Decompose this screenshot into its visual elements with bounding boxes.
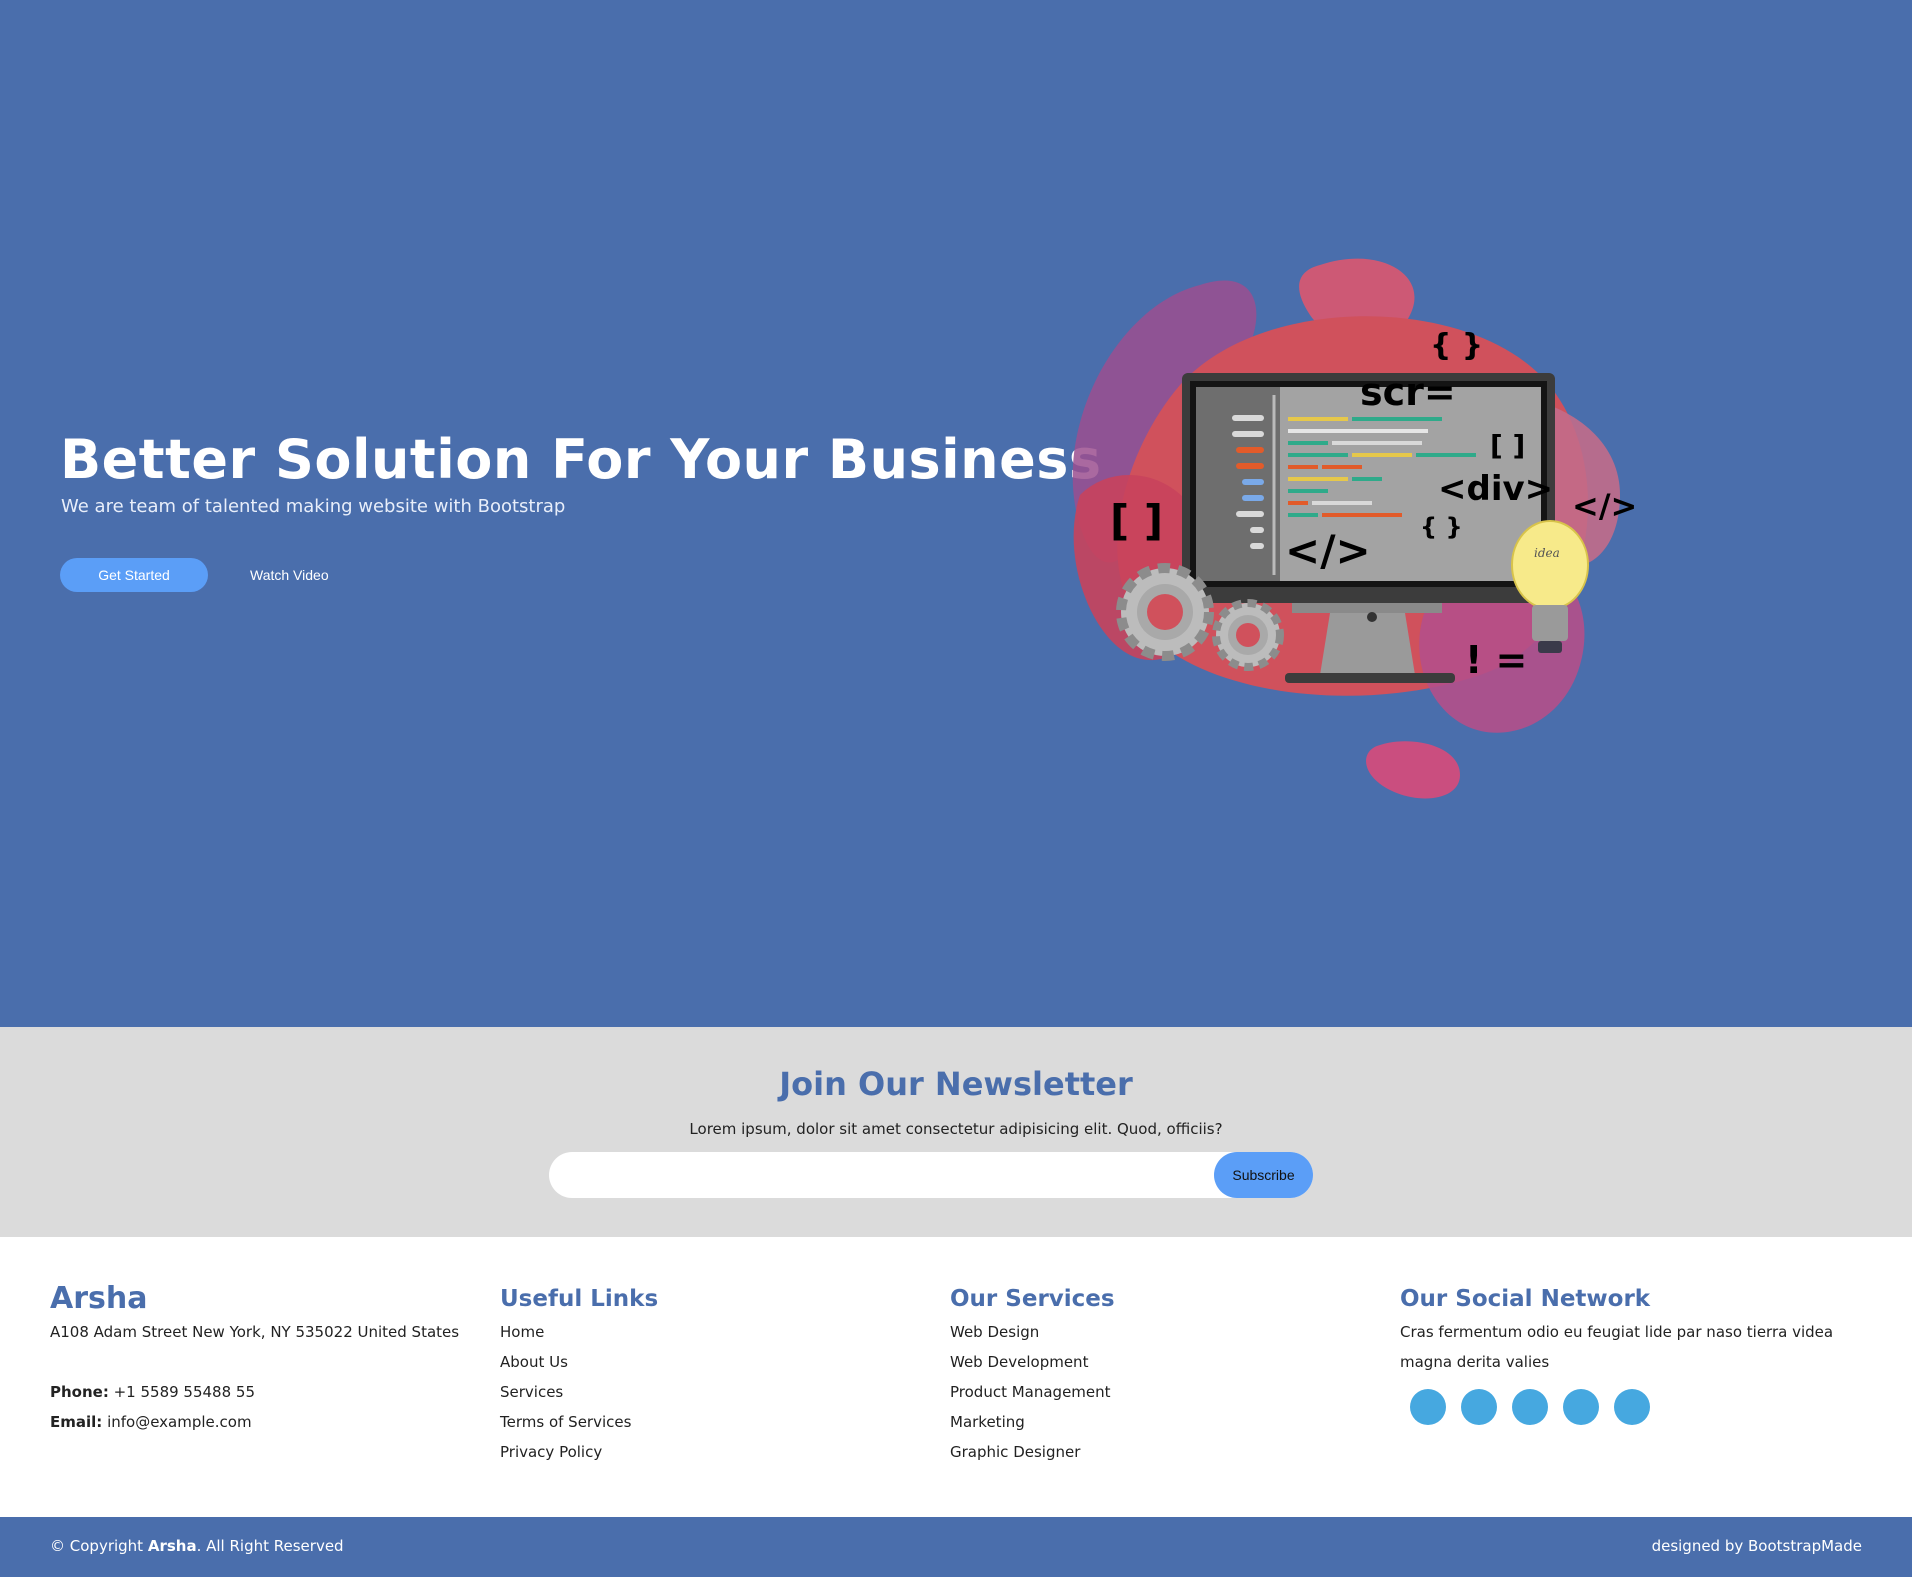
- footer-service-graphic-designer[interactable]: Graphic Designer: [950, 1437, 1115, 1467]
- footer-useful-links-column: Useful Links Home About Us Services Term…: [500, 1281, 658, 1467]
- small-gear-icon: [1212, 599, 1284, 671]
- footer-brand: Arsha: [50, 1281, 148, 1316]
- copyright: © Copyright Arsha. All Right Reserved: [50, 1537, 344, 1555]
- linkedin-icon[interactable]: [1614, 1389, 1650, 1425]
- phone-label: Phone:: [50, 1383, 109, 1401]
- footer-bottom-bar: © Copyright Arsha. All Right Reserved de…: [0, 1517, 1912, 1577]
- footer-service-product-management[interactable]: Product Management: [950, 1377, 1115, 1407]
- email-label: Email:: [50, 1413, 103, 1431]
- social-network-text: Cras fermentum odio eu feugiat lide par …: [1400, 1323, 1834, 1371]
- footer-email: Email: info@example.com: [50, 1407, 459, 1437]
- left-square-brackets-text: [ ]: [1110, 496, 1163, 545]
- footer-link-home[interactable]: Home: [500, 1317, 658, 1347]
- our-services-title: Our Services: [950, 1286, 1115, 1312]
- watch-video-button[interactable]: Watch Video: [250, 558, 329, 592]
- bulb-text: idea: [1534, 546, 1560, 560]
- footer-spacer: [50, 1347, 459, 1377]
- newsletter-title: Join Our Newsletter: [779, 1065, 1133, 1103]
- social-links: [1400, 1389, 1860, 1425]
- newsletter-section: Join Our Newsletter Lorem ipsum, dolor s…: [0, 1027, 1912, 1237]
- hero-section: Better Solution For Your Business We are…: [0, 0, 1912, 1027]
- hero-illustration: scr= { } [ ] <div> { } </> [ ] </> ! = i…: [1072, 258, 1637, 799]
- close-tag-screen-text: </>: [1285, 526, 1371, 575]
- footer-link-privacy[interactable]: Privacy Policy: [500, 1437, 658, 1467]
- square-brackets-text: [ ]: [1490, 429, 1525, 462]
- copyright-brand: Arsha: [147, 1537, 197, 1555]
- screen-code-text: scr=: [1360, 370, 1456, 414]
- get-started-button[interactable]: Get Started: [60, 558, 208, 592]
- social-network-title: Our Social Network: [1400, 1286, 1651, 1312]
- footer-link-services[interactable]: Services: [500, 1377, 658, 1407]
- footer-service-web-development[interactable]: Web Development: [950, 1347, 1115, 1377]
- newsletter-email-input[interactable]: [569, 1160, 1209, 1190]
- close-tag-right-text: </>: [1572, 487, 1637, 525]
- footer-address: A108 Adam Street New York, NY 535022 Uni…: [50, 1323, 460, 1341]
- footer-service-web-design[interactable]: Web Design: [950, 1317, 1115, 1347]
- div-tag-text: <div>: [1438, 469, 1553, 509]
- copyright-suffix: . All Right Reserved: [196, 1537, 344, 1555]
- gear-icon: [1116, 563, 1214, 661]
- footer-phone: Phone: +1 5589 55488 55: [50, 1377, 459, 1407]
- email-value: info@example.com: [107, 1413, 252, 1431]
- footer: Arsha A108 Adam Street New York, NY 5350…: [0, 1237, 1912, 1517]
- twitter-icon[interactable]: [1410, 1389, 1446, 1425]
- skype-icon[interactable]: [1563, 1389, 1599, 1425]
- newsletter-form: Subscribe: [549, 1152, 1313, 1198]
- subscribe-button[interactable]: Subscribe: [1214, 1152, 1313, 1198]
- curly-brackets-text: { }: [1430, 328, 1483, 363]
- small-curly-text: { }: [1420, 513, 1463, 541]
- footer-social-column: Our Social Network Cras fermentum odio e…: [1400, 1281, 1860, 1425]
- footer-link-terms[interactable]: Terms of Services: [500, 1407, 658, 1437]
- facebook-icon[interactable]: [1461, 1389, 1497, 1425]
- hero-title: Better Solution For Your Business: [60, 428, 1102, 491]
- useful-links-title: Useful Links: [500, 1286, 659, 1312]
- footer-services-column: Our Services Web Design Web Development …: [950, 1281, 1115, 1467]
- footer-contact-column: Arsha A108 Adam Street New York, NY 5350…: [50, 1281, 459, 1437]
- not-equal-text: ! =: [1465, 638, 1527, 682]
- phone-value: +1 5589 55488 55: [113, 1383, 256, 1401]
- copyright-prefix: © Copyright: [50, 1537, 144, 1555]
- hero-subtitle: We are team of talented making website w…: [61, 496, 566, 517]
- footer-service-marketing[interactable]: Marketing: [950, 1407, 1115, 1437]
- instagram-icon[interactable]: [1512, 1389, 1548, 1425]
- credits: designed by BootstrapMade: [1651, 1537, 1862, 1555]
- newsletter-text: Lorem ipsum, dolor sit amet consectetur …: [689, 1120, 1223, 1138]
- footer-link-about-us[interactable]: About Us: [500, 1347, 658, 1377]
